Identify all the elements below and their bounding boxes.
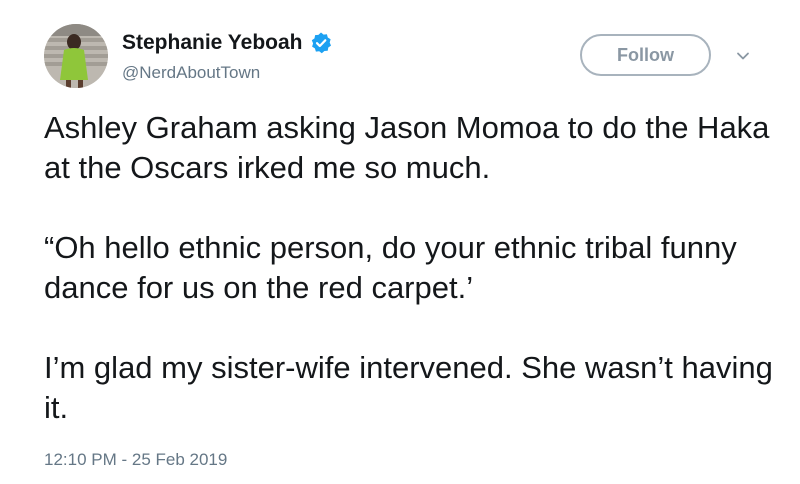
display-name[interactable]: Stephanie Yeboah <box>122 30 303 56</box>
tweet-paragraph: “Oh hello ethnic person, do your ethnic … <box>44 230 737 305</box>
tweet-timestamp[interactable]: 12:10 PM - 25 Feb 2019 <box>44 449 227 471</box>
avatar-image <box>44 24 108 88</box>
chevron-down-icon[interactable] <box>735 48 751 64</box>
tweet-card: Stephanie Yeboah @NerdAboutTown Follow A… <box>0 0 800 484</box>
verified-badge-icon <box>309 31 333 55</box>
follow-button[interactable]: Follow <box>580 34 711 76</box>
name-row: Stephanie Yeboah <box>122 30 333 56</box>
tweet-paragraph: I’m glad my sister-wife intervened. She … <box>44 350 773 425</box>
user-handle[interactable]: @NerdAboutTown <box>122 62 260 84</box>
avatar[interactable] <box>44 24 108 88</box>
tweet-paragraph: Ashley Graham asking Jason Momoa to do t… <box>44 110 770 185</box>
tweet-text: Ashley Graham asking Jason Momoa to do t… <box>44 108 774 428</box>
